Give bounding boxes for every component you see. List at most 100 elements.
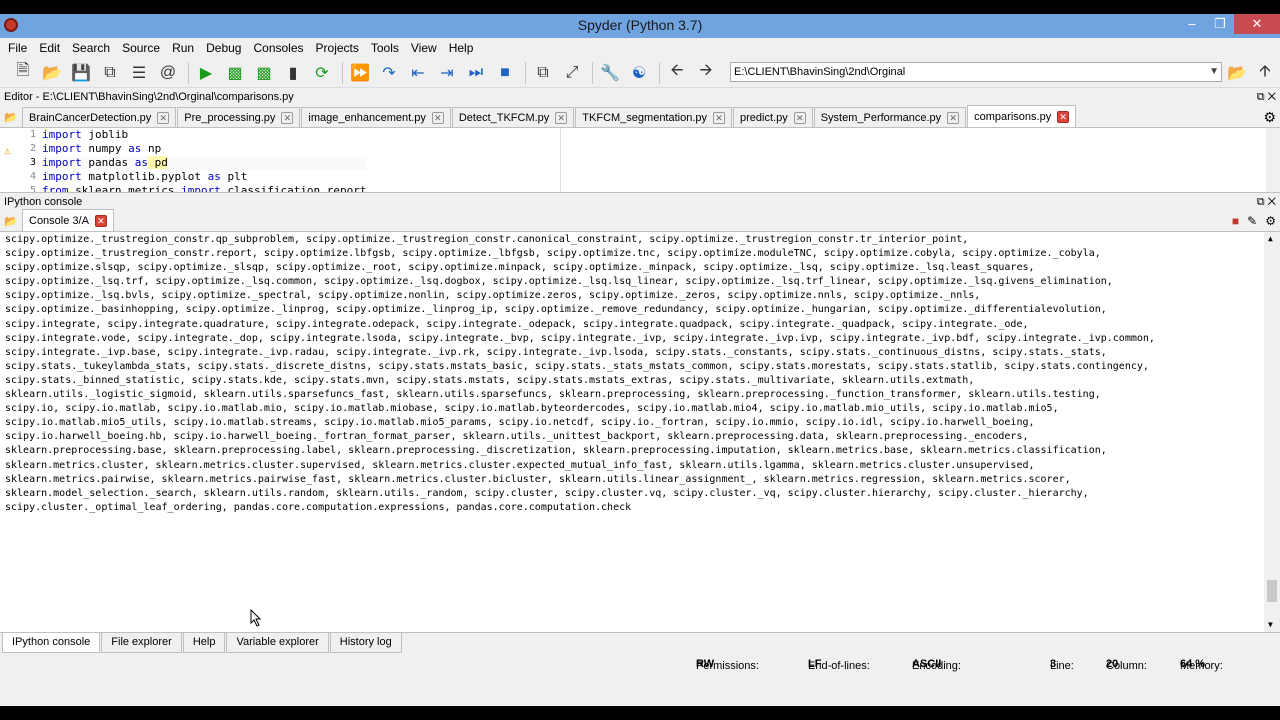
code-line: from sklearn.metrics import classificati… <box>42 184 367 192</box>
menu-edit[interactable]: Edit <box>35 41 68 55</box>
ipython-console-output[interactable]: scipy.optimize._trustregion_constr.qp_su… <box>0 232 1280 632</box>
stop-kernel-icon[interactable]: ■ <box>1232 214 1239 228</box>
working-directory-combo[interactable]: E:\CLIENT\BhavinSing\2nd\Orginal ▼ <box>730 62 1222 82</box>
close-icon[interactable]: ✕ <box>1234 14 1280 34</box>
menu-consoles[interactable]: Consoles <box>249 41 311 55</box>
status-bar: Permissions: RW End-of-lines: LF Encodin… <box>0 656 1280 674</box>
new-file-icon[interactable]: 🗎 <box>12 62 34 84</box>
menu-debug[interactable]: Debug <box>202 41 249 55</box>
menu-view[interactable]: View <box>407 41 445 55</box>
mouse-cursor-icon <box>250 609 262 627</box>
undock-close-icon[interactable]: ⧉ ✕ <box>1257 88 1276 106</box>
python-path-icon[interactable]: ☯ <box>628 62 650 84</box>
restore-icon[interactable]: ❐ <box>1206 14 1234 34</box>
tab-console-3a[interactable]: Console 3/A ✕ <box>22 209 114 231</box>
tab-pre-processing[interactable]: Pre_processing.py ✕ <box>177 107 301 127</box>
menu-help[interactable]: Help <box>445 41 482 55</box>
close-tab-icon[interactable]: ✕ <box>713 111 726 124</box>
tab-system-performance[interactable]: System_Performance.py ✕ <box>813 107 967 127</box>
tab-tkfcm-segmentation[interactable]: TKFCM_segmentation.py ✕ <box>575 107 733 127</box>
scroll-thumb[interactable] <box>1267 580 1277 602</box>
parent-directory-icon[interactable]: 🡩 <box>1254 62 1276 84</box>
close-tab-icon[interactable]: ✕ <box>431 111 444 124</box>
menu-projects[interactable]: Projects <box>312 41 367 55</box>
back-arrow-icon[interactable]: 🡨 <box>666 62 688 84</box>
editor-path: Editor - E:\CLIENT\BhavinSing\2nd\Orgina… <box>4 91 294 103</box>
browse-folder-icon[interactable]: 📂 <box>1226 62 1248 84</box>
save-icon[interactable]: 💾 <box>70 62 92 84</box>
tab-comparisons[interactable]: comparisons.py ✕ <box>967 105 1077 127</box>
working-directory-path: E:\CLIENT\BhavinSing\2nd\Orginal <box>734 66 906 78</box>
menu-run[interactable]: Run <box>168 41 202 55</box>
close-tab-icon[interactable]: ✕ <box>1057 110 1070 123</box>
window-title: Spyder (Python 3.7) <box>577 17 703 33</box>
step-into-icon[interactable]: ⇤ <box>407 62 429 84</box>
scroll-down-icon[interactable]: ▼ <box>1268 620 1273 629</box>
rerun-icon[interactable]: ⟳ <box>311 62 333 84</box>
stop-debug-icon[interactable]: ■ <box>494 62 516 84</box>
browse-tabs-icon[interactable]: 📂 <box>0 211 22 231</box>
line-number-gutter: 1 2 3 4 5 <box>0 128 38 192</box>
close-tab-icon[interactable]: ✕ <box>94 214 107 227</box>
browse-tabs-icon[interactable]: 📂 <box>0 107 22 127</box>
run-cell-icon[interactable]: ▩ <box>224 62 246 84</box>
at-icon[interactable]: @ <box>157 62 179 84</box>
tab-predict[interactable]: predict.py ✕ <box>733 107 813 127</box>
close-tab-icon[interactable]: ✕ <box>947 111 960 124</box>
list-icon[interactable]: ☰ <box>128 62 150 84</box>
debug-icon[interactable]: ⏩ <box>349 62 371 84</box>
undock-close-icon[interactable]: ⧉ ✕ <box>1257 193 1276 211</box>
tab-detect-tkfcm[interactable]: Detect_TKFCM.py ✕ <box>451 107 575 127</box>
close-tab-icon[interactable]: ✕ <box>555 111 568 124</box>
console-output-line: scipy.optimize.slsqp, scipy.optimize._sl… <box>5 262 1035 274</box>
console-output-line: scipy.optimize._basinhopping, scipy.opti… <box>5 304 1107 316</box>
console-output-line: sklearn.preprocessing.base, sklearn.prep… <box>5 445 1107 457</box>
clear-console-icon[interactable]: ✎ <box>1247 214 1257 228</box>
open-file-icon[interactable]: 📂 <box>41 62 63 84</box>
gear-icon[interactable]: ⚙ <box>1263 109 1276 126</box>
status-permissions: Permissions: RW <box>696 658 759 672</box>
tab-image-enhancement[interactable]: image_enhancement.py ✕ <box>301 107 451 127</box>
menu-file[interactable]: File <box>4 41 35 55</box>
step-icon[interactable]: ↷ <box>378 62 400 84</box>
step-return-icon[interactable]: ⇥ <box>436 62 458 84</box>
console-output-line: scipy.integrate.vode, scipy.integrate._d… <box>5 332 1155 344</box>
run-selection-icon[interactable]: ▮ <box>282 62 304 84</box>
chevron-down-icon[interactable]: ▼ <box>1209 63 1219 81</box>
tab-ipython-console[interactable]: IPython console <box>2 633 101 653</box>
console-output-line: scipy.optimize._trustregion_constr.qp_su… <box>5 234 969 245</box>
tab-variable-explorer[interactable]: Variable explorer <box>226 633 329 653</box>
tab-file-explorer[interactable]: File explorer <box>101 633 182 653</box>
tab-help[interactable]: Help <box>182 633 226 653</box>
code-line: import matplotlib.pyplot as plt <box>42 170 248 183</box>
code-line-current: import pandas as pd <box>42 156 367 170</box>
title-bar: Spyder (Python 3.7) – ❐ ✕ <box>0 14 1280 38</box>
console-scrollbar[interactable]: ▲ ▼ <box>1264 232 1280 632</box>
preferences-icon[interactable]: 🔧 <box>599 62 621 84</box>
code-editor[interactable]: 1 2 3 4 5 ⚠ import joblib import numpy a… <box>0 128 1280 192</box>
menu-source[interactable]: Source <box>118 41 168 55</box>
editor-tabs: 📂 BrainCancerDetection.py ✕ Pre_processin… <box>0 105 1280 128</box>
maximize-pane-icon[interactable]: ⧉ <box>532 62 554 84</box>
close-tab-icon[interactable]: ✕ <box>157 111 170 124</box>
menu-tools[interactable]: Tools <box>367 41 407 55</box>
scroll-up-icon[interactable]: ▲ <box>1268 234 1273 243</box>
tab-history-log[interactable]: History log <box>329 633 402 653</box>
gear-icon[interactable]: ⚙ <box>1265 214 1276 228</box>
continue-icon[interactable]: ⏭ <box>465 62 487 84</box>
console-output-line: scipy.io, scipy.io.matlab, scipy.io.matl… <box>5 403 1059 415</box>
fullscreen-icon[interactable]: ⤢ <box>561 62 583 84</box>
run-icon[interactable]: ▶ <box>195 62 217 84</box>
status-memory: Memory: 64 % <box>1180 658 1223 672</box>
console-output-line: scipy.optimize._lsq.bvls, scipy.optimize… <box>5 290 981 302</box>
save-all-icon[interactable]: ⧉ <box>99 62 121 84</box>
close-tab-icon[interactable]: ✕ <box>793 111 806 124</box>
run-cell-advance-icon[interactable]: ▩ <box>253 62 275 84</box>
menu-search[interactable]: Search <box>68 41 118 55</box>
warning-icon[interactable]: ⚠ <box>4 144 11 157</box>
forward-arrow-icon[interactable]: 🡪 <box>695 62 717 84</box>
editor-scrollbar[interactable] <box>1266 128 1280 192</box>
close-tab-icon[interactable]: ✕ <box>281 111 294 124</box>
tab-braincancerdetection[interactable]: BrainCancerDetection.py ✕ <box>22 107 177 127</box>
minimize-icon[interactable]: – <box>1178 14 1206 34</box>
